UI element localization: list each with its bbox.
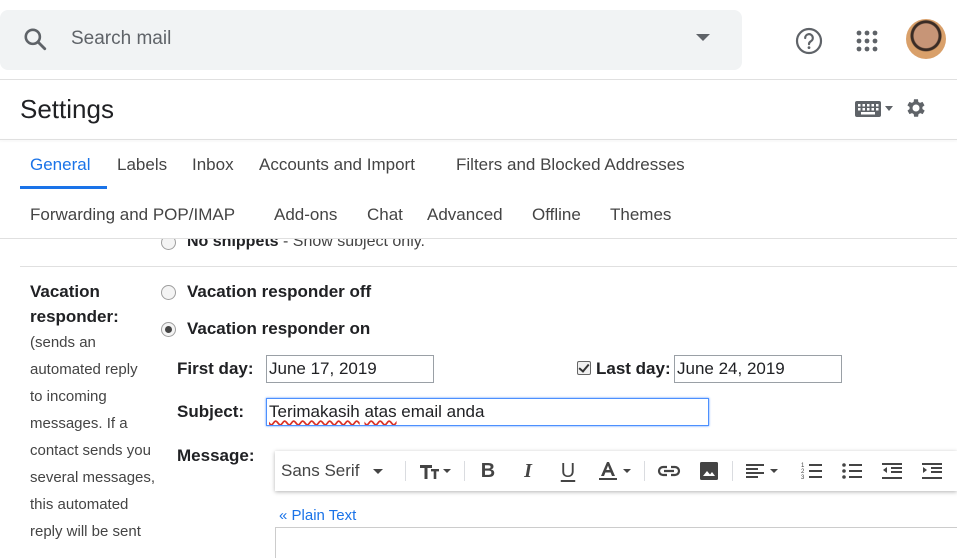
text-color-button[interactable] [593,451,637,491]
italic-button[interactable]: I [513,451,543,491]
search-options-icon[interactable] [696,34,710,41]
search-icon[interactable] [22,26,48,52]
font-family-select[interactable]: Sans Serif [281,451,397,491]
tab-labels[interactable]: Labels [117,155,167,175]
vacation-on-label[interactable]: Vacation responder on [187,319,370,339]
tab-forwarding-pop-imap[interactable]: Forwarding and POP/IMAP [30,205,235,225]
tab-chat[interactable]: Chat [367,205,403,225]
indent-more-icon [922,463,942,479]
underline-button[interactable]: U [553,451,583,491]
vacation-description-line: reply will be sent [30,523,141,540]
subject-label: Subject: [177,402,245,421]
first-day-label: First day: [177,359,254,378]
toolbar-separator [405,461,406,481]
text-size-icon [420,465,451,479]
last-day-label: Last day: [596,359,671,378]
title-divider [0,139,957,140]
tab-inbox[interactable]: Inbox [192,155,234,175]
vacation-section-title-line2: responder: [30,307,119,326]
align-left-icon [746,464,778,478]
keyboard-icon[interactable] [855,101,881,117]
align-button[interactable] [741,451,785,491]
no-snippets-radio[interactable] [161,239,176,250]
message-editor[interactable] [275,527,957,558]
first-day-input[interactable]: June 17, 2019 [266,355,434,383]
page-title: Settings [20,94,114,124]
search-input[interactable]: Search mail [71,28,171,50]
toolbar-separator [732,461,733,481]
vacation-description: (sends an automated reply to incoming me… [30,329,155,545]
font-family-label: Sans Serif [281,461,360,480]
section-divider [20,266,957,267]
insert-link-button[interactable] [653,451,685,491]
vacation-description-line: (sends an [30,334,96,351]
avatar[interactable] [906,19,946,59]
subject-input[interactable]: Terimakasih atas email anda [266,398,709,426]
vacation-description-line: messages. If a [30,415,128,432]
chevron-down-icon [373,468,384,474]
plain-text-link[interactable]: « Plain Text [279,507,356,524]
no-snippets-description: - Show subject only. [278,239,425,250]
underline-icon: U [560,459,576,482]
indent-more-button[interactable] [915,451,949,491]
vacation-description-line: several messages, [30,469,156,486]
tab-accounts-and-import[interactable]: Accounts and Import [259,155,415,175]
toolbar-separator [644,461,645,481]
tab-add-ons[interactable]: Add-ons [274,205,337,225]
header-divider [0,79,957,80]
numbered-list-button[interactable]: 123 [795,451,829,491]
subject-word-misspelled: atas [364,402,397,421]
bold-button[interactable]: B [473,451,503,491]
tab-filters-and-blocked-addresses[interactable]: Filters and Blocked Addresses [456,155,685,175]
apps-grid-icon[interactable] [855,29,879,53]
numbered-list-icon: 123 [801,463,822,481]
image-icon [700,462,718,480]
tab-offline[interactable]: Offline [532,205,581,225]
indent-less-button[interactable] [875,451,909,491]
tab-advanced[interactable]: Advanced [427,205,503,225]
italic-icon: I [524,459,532,482]
last-day-checkbox[interactable] [577,361,591,375]
insert-image-button[interactable] [693,451,725,491]
vacation-section-title-line1: Vacation [30,282,100,301]
tab-themes[interactable]: Themes [610,205,671,225]
vacation-description-line: contact sends you [30,442,151,459]
vacation-description-line: this automated [30,496,129,513]
bulleted-list-icon [842,463,862,479]
last-day-input[interactable]: June 24, 2019 [674,355,842,383]
indent-less-icon [882,463,902,479]
vacation-off-label[interactable]: Vacation responder off [187,282,371,302]
tab-general[interactable]: General [30,155,90,175]
message-label: Message: [177,446,255,465]
no-snippets-label: No snippets [187,239,279,250]
snippets-row-clip: No snippets - Show subject only. [0,239,957,251]
input-tools-dropdown-icon[interactable] [885,106,893,111]
text-color-icon [599,462,631,480]
vacation-description-line: automated reply [30,361,138,378]
no-snippets-option: No snippets - Show subject only. [187,239,425,251]
subject-text: email anda [396,402,485,421]
active-tab-indicator [20,186,107,189]
toolbar-separator [464,461,465,481]
help-icon[interactable] [795,27,823,55]
svg-text:3: 3 [801,475,805,481]
bulleted-list-button[interactable] [835,451,869,491]
bold-icon: B [480,459,496,482]
link-icon [657,465,681,477]
subject-word-misspelled: Terimakasih [269,402,360,421]
font-size-button[interactable] [413,451,457,491]
vacation-description-line: to incoming [30,388,107,405]
formatting-toolbar: Sans Serif B I U 1 2 3 [275,451,957,491]
vacation-off-radio[interactable] [161,285,176,300]
vacation-on-radio[interactable] [161,322,176,337]
gear-icon[interactable] [904,96,928,120]
